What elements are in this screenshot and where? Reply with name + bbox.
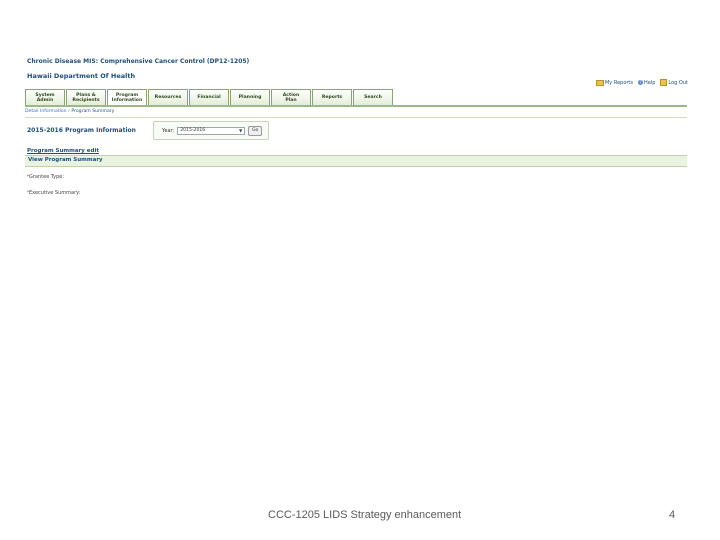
view-summary-title: View Program Summary: [28, 157, 103, 163]
tab-program-information[interactable]: Program Information: [107, 89, 147, 105]
grantee-type-field: *Grantee Type:: [27, 174, 64, 180]
tab-search[interactable]: Search: [353, 89, 393, 105]
tab-reports[interactable]: Reports: [312, 89, 352, 105]
my-reports-link[interactable]: My Reports: [595, 79, 633, 86]
year-select-value: 2015-2016: [180, 128, 206, 133]
page-number: 4: [669, 509, 676, 521]
help-icon: ?: [638, 80, 643, 85]
year-select[interactable]: 2015-2016 ▼: [177, 126, 246, 135]
program-summary-edit-link[interactable]: Program Summary edit: [27, 148, 99, 154]
page-title: 2015-2016 Program Information: [27, 127, 136, 134]
logout-label: Log Out: [668, 79, 688, 86]
help-link[interactable]: ? Help: [638, 80, 655, 86]
go-button[interactable]: Go: [248, 125, 263, 136]
executive-summary-label: Executive Summary:: [29, 190, 81, 196]
tab-financial[interactable]: Financial: [189, 89, 229, 105]
executive-summary-field: *Executive Summary:: [27, 190, 80, 196]
breadcrumb-divider: [25, 117, 687, 118]
breadcrumb-current: Program Summary: [71, 109, 115, 114]
year-label: Year:: [162, 127, 175, 134]
logout-link[interactable]: Log Out: [660, 79, 688, 86]
app-title: Chronic Disease MIS: Comprehensive Cance…: [27, 58, 250, 65]
tab-system-admin[interactable]: System Admin: [25, 89, 65, 105]
tab-planning[interactable]: Planning: [230, 89, 270, 105]
slide-footer: CCC-1205 LIDS Strategy enhancement: [268, 509, 462, 521]
tab-divider: [25, 105, 687, 107]
tab-plans-recipients[interactable]: Plans & Recipients: [66, 89, 106, 105]
tab-resources[interactable]: Resources: [148, 89, 188, 105]
view-summary-bar: View Program Summary: [25, 155, 687, 167]
year-selector-panel: Year: 2015-2016 ▼ Go: [153, 121, 269, 140]
help-label: Help: [644, 79, 656, 86]
utility-links: My Reports ? Help Log Out: [595, 79, 688, 86]
breadcrumb: Detail Information › Program Summary: [25, 109, 114, 114]
folder-icon: [595, 79, 604, 86]
chevron-down-icon: ▼: [239, 128, 243, 133]
breadcrumb-parent[interactable]: Detail Information: [25, 109, 67, 114]
lock-icon: [660, 79, 668, 86]
my-reports-label: My Reports: [604, 79, 633, 86]
grantee-type-label: Grantee Type:: [29, 174, 65, 180]
org-title: Hawaii Department Of Health: [27, 72, 136, 80]
tab-action-plan[interactable]: Action Plan: [271, 89, 311, 105]
main-tabs: System Admin Plans & Recipients Program …: [25, 89, 393, 105]
